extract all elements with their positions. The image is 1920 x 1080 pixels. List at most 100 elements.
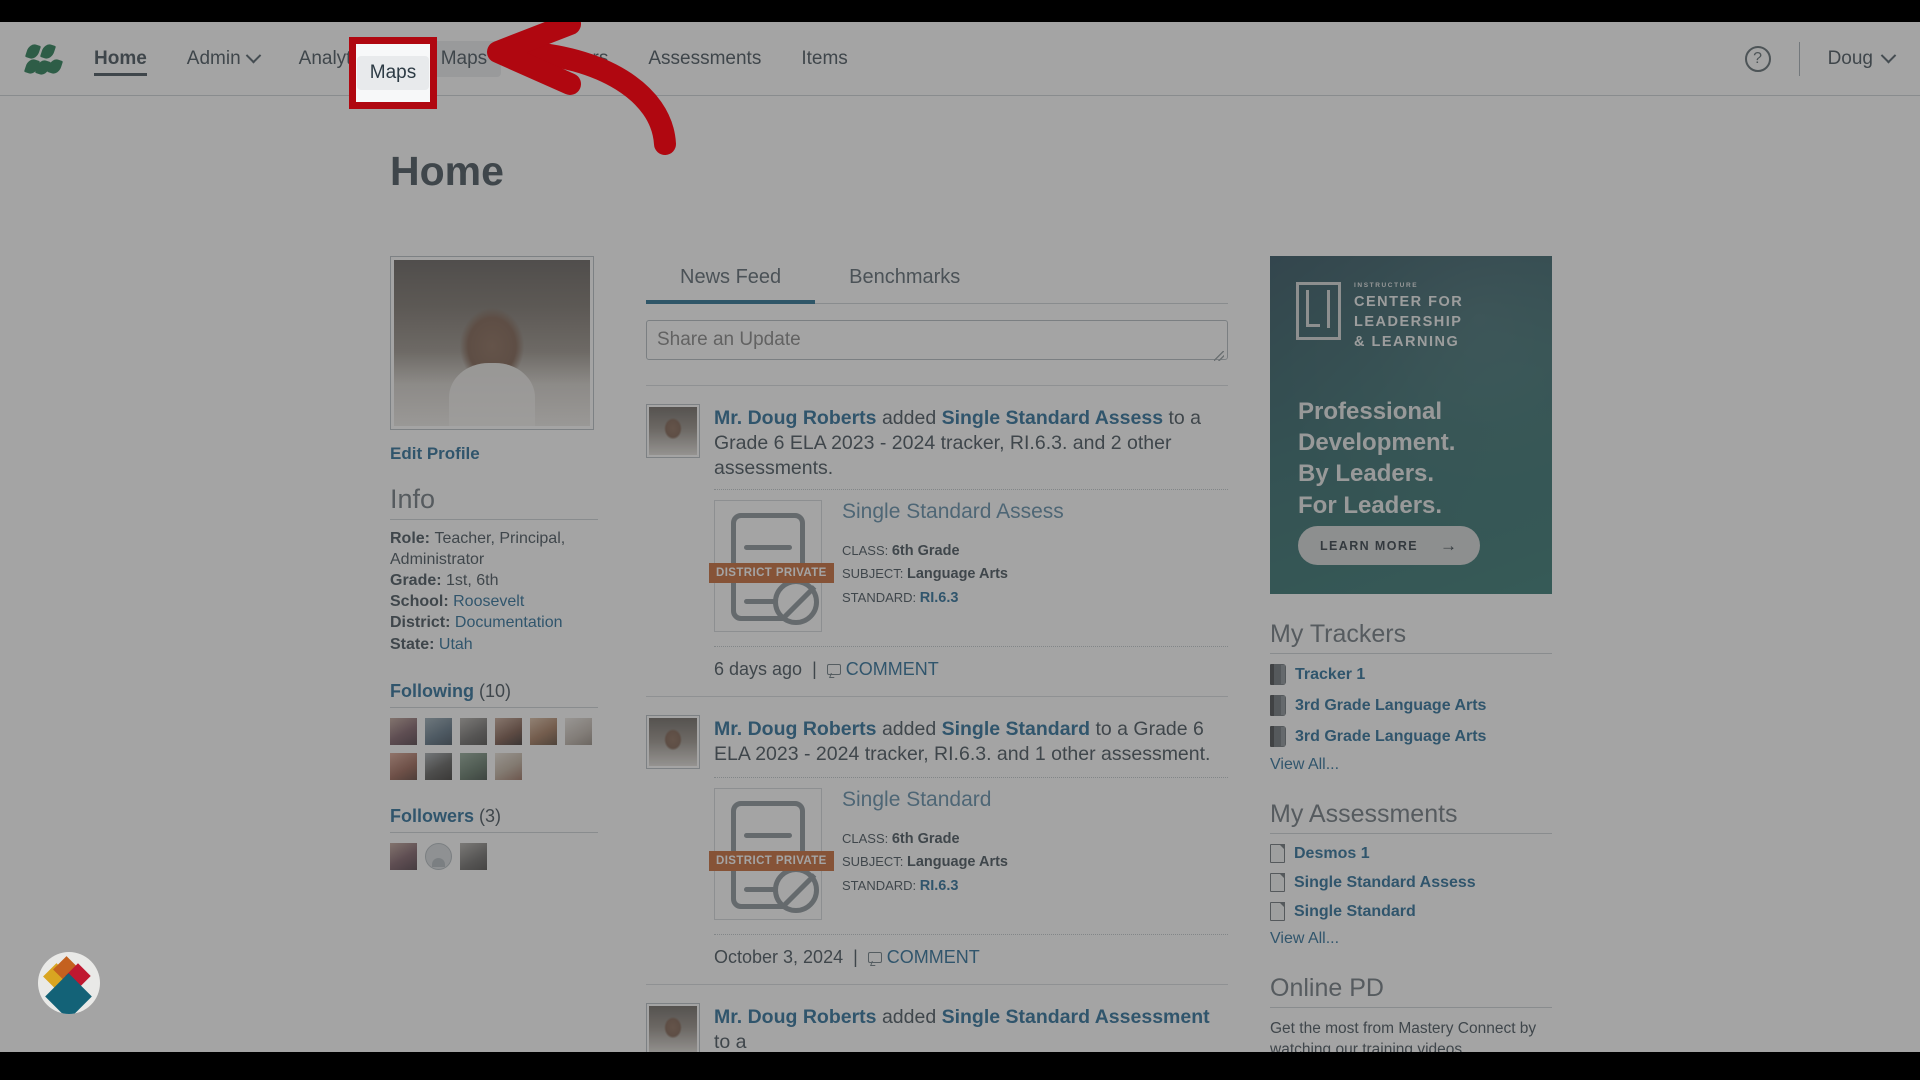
tracker-book-icon bbox=[1270, 726, 1286, 747]
user-thumbnail[interactable] bbox=[425, 717, 452, 745]
nav-item-home[interactable]: Home bbox=[74, 22, 167, 96]
assessment-title-link[interactable]: Single Standard bbox=[842, 788, 1008, 812]
user-thumbnail[interactable] bbox=[460, 842, 487, 870]
no-entry-icon bbox=[773, 866, 819, 913]
info-row: District: Documentation bbox=[390, 612, 598, 633]
learn-more-button[interactable]: LEARN MORE → bbox=[1298, 526, 1481, 565]
following-heading[interactable]: Following (10) bbox=[390, 681, 598, 708]
comment-button[interactable]: COMMENT bbox=[826, 659, 939, 680]
user-thumbnail[interactable] bbox=[425, 752, 452, 780]
instructure-diamond-logo[interactable] bbox=[38, 952, 100, 1014]
maps-highlight-box: Maps bbox=[349, 37, 437, 109]
info-row: Grade: 1st, 6th bbox=[390, 570, 598, 591]
post-object-link[interactable]: Single Standard Assessment bbox=[942, 1006, 1210, 1028]
district-private-badge: DISTRICT PRIVATE bbox=[709, 562, 834, 583]
post-author-link[interactable]: Mr. Doug Roberts bbox=[714, 718, 877, 740]
nav-item-items[interactable]: Items bbox=[781, 22, 867, 96]
arrow-right-icon: → bbox=[1440, 536, 1459, 555]
tab-news-feed[interactable]: News Feed bbox=[646, 256, 816, 304]
three-column-layout: Edit Profile Info Role: Teacher, Princip… bbox=[390, 256, 1552, 1052]
trackers-view-all-link[interactable]: View All... bbox=[1270, 756, 1552, 774]
my-trackers-heading: My Trackers bbox=[1270, 620, 1552, 654]
post-body: DISTRICT PRIVATE Single Standard Assess CL… bbox=[709, 488, 1228, 632]
tracker-list: Tracker 1 3rd Grade Language Arts 3rd Grad… bbox=[1270, 664, 1552, 747]
help-icon[interactable]: ? bbox=[1744, 45, 1771, 72]
maps-highlight-label[interactable]: Maps bbox=[356, 56, 430, 90]
nav-item-assessments[interactable]: Assessments bbox=[628, 22, 781, 96]
tracker-item-label: 3rd Grade Language Arts bbox=[1295, 696, 1487, 714]
info-key: Grade: bbox=[390, 572, 447, 590]
my-assessments-heading: My Assessments bbox=[1270, 800, 1552, 834]
post-author-link[interactable]: Mr. Doug Roberts bbox=[714, 407, 877, 429]
nav-item-admin[interactable]: Admin bbox=[167, 22, 279, 96]
post-header: Mr. Doug Roberts added Single Standard t… bbox=[646, 714, 1228, 769]
assessment-item[interactable]: Single Standard Assess bbox=[1270, 873, 1552, 892]
info-row: School: Roosevelt bbox=[390, 591, 598, 612]
followers-heading[interactable]: Followers (3) bbox=[390, 806, 598, 833]
info-value[interactable]: Roosevelt bbox=[453, 593, 524, 610]
assessment-thumbnail[interactable]: DISTRICT PRIVATE bbox=[709, 787, 834, 920]
nav-item-label: Items bbox=[801, 47, 848, 69]
share-update-input[interactable] bbox=[646, 320, 1228, 360]
assessment-details: Single Standard Assess CLASS: 6th Grade SU… bbox=[842, 500, 1064, 632]
user-thumbnail[interactable] bbox=[530, 717, 557, 745]
post-author-link[interactable]: Mr. Doug Roberts bbox=[714, 1006, 877, 1028]
meta-value[interactable]: RI.6.3 bbox=[920, 590, 959, 606]
avatar-photo bbox=[394, 260, 590, 426]
promo-banner[interactable]: INSTRUCTURE CENTER FOR LEADERSHIP & LEAR… bbox=[1270, 256, 1552, 594]
user-thumbnail[interactable] bbox=[390, 842, 417, 870]
promo-org-line1: CENTER FOR bbox=[1354, 294, 1464, 310]
footer-divider: | bbox=[853, 946, 858, 967]
edit-profile-link[interactable]: Edit Profile bbox=[390, 444, 598, 464]
assessment-item[interactable]: Single Standard bbox=[1270, 902, 1552, 921]
tracker-item[interactable]: Tracker 1 bbox=[1270, 664, 1552, 685]
user-menu[interactable]: Doug bbox=[1828, 48, 1897, 70]
user-thumbnail[interactable] bbox=[390, 752, 417, 780]
post-object-link[interactable]: Single Standard bbox=[942, 718, 1090, 740]
meta-key: SUBJECT: bbox=[842, 854, 908, 870]
assessment-title-link[interactable]: Single Standard Assess bbox=[842, 500, 1064, 524]
post-verb: added bbox=[881, 407, 937, 429]
post-author-avatar[interactable] bbox=[646, 714, 700, 769]
user-thumbnail[interactable] bbox=[390, 717, 417, 745]
post-author-avatar[interactable] bbox=[646, 404, 700, 458]
post-author-avatar[interactable] bbox=[646, 1002, 700, 1052]
user-thumbnail[interactable] bbox=[460, 752, 487, 780]
assessments-view-all-link[interactable]: View All... bbox=[1270, 930, 1552, 948]
promo-logo: INSTRUCTURE CENTER FOR LEADERSHIP & LEAR… bbox=[1296, 282, 1463, 352]
tracker-book-icon bbox=[1270, 664, 1286, 685]
info-key: State: bbox=[390, 635, 439, 653]
nav-item-trackers[interactable]: Trackers bbox=[515, 22, 628, 96]
post-header: Mr. Doug Roberts added Single Standard A… bbox=[646, 404, 1228, 481]
user-thumbnail[interactable] bbox=[495, 752, 522, 780]
doc-line bbox=[744, 544, 792, 550]
user-thumbnail[interactable] bbox=[495, 717, 522, 745]
assessment-meta-row: STANDARD: RI.6.3 bbox=[842, 587, 1064, 610]
post-object-link[interactable]: Single Standard Assess bbox=[942, 407, 1163, 429]
district-private-badge: DISTRICT PRIVATE bbox=[709, 850, 834, 871]
meta-value: Language Arts bbox=[907, 566, 1008, 583]
meta-key: STANDARD: bbox=[842, 589, 920, 605]
assessment-thumbnail[interactable]: DISTRICT PRIVATE bbox=[709, 499, 834, 632]
online-pd-text: Get the most from Mastery Connect by wat… bbox=[1270, 1020, 1537, 1052]
tracker-item[interactable]: 3rd Grade Language Arts bbox=[1270, 695, 1552, 716]
assessment-item[interactable]: Desmos 1 bbox=[1270, 844, 1552, 863]
meta-value: 6th Grade bbox=[891, 542, 960, 559]
tracker-item-label: 3rd Grade Language Arts bbox=[1295, 727, 1487, 745]
user-thumbnail[interactable] bbox=[460, 717, 487, 745]
meta-key: CLASS: bbox=[842, 542, 892, 558]
info-value: 1st, 6th bbox=[446, 572, 499, 590]
footer-divider: | bbox=[812, 658, 817, 679]
mastery-connect-logo[interactable] bbox=[12, 42, 74, 76]
post-body: DISTRICT PRIVATE Single Standard CLASS: 6t… bbox=[709, 776, 1228, 920]
chevron-down-icon bbox=[245, 47, 261, 64]
avatar-placeholder-icon[interactable] bbox=[425, 842, 452, 870]
info-value[interactable]: Documentation bbox=[455, 614, 563, 631]
comment-button[interactable]: COMMENT bbox=[867, 947, 980, 968]
tab-benchmarks[interactable]: Benchmarks bbox=[815, 256, 994, 303]
info-value[interactable]: Utah bbox=[439, 636, 473, 653]
meta-value[interactable]: RI.6.3 bbox=[920, 878, 959, 894]
user-thumbnail[interactable] bbox=[565, 717, 592, 745]
tracker-item[interactable]: 3rd Grade Language Arts bbox=[1270, 726, 1552, 747]
meta-value: Language Arts bbox=[907, 854, 1008, 871]
